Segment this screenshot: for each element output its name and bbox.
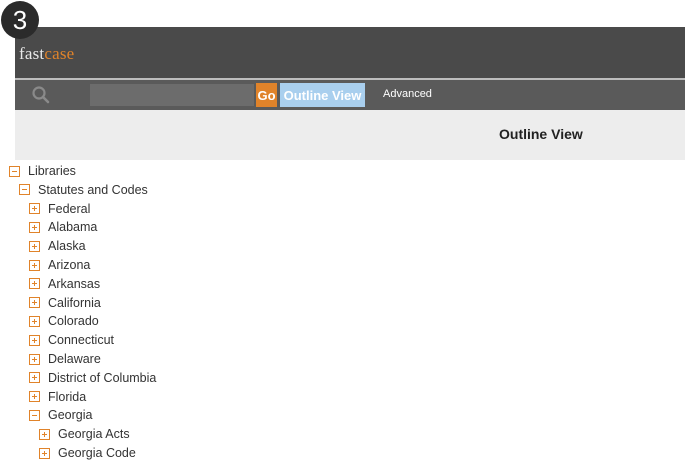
- expand-icon[interactable]: [29, 221, 40, 233]
- search-toolbar: Go Outline View Advanced: [15, 80, 685, 110]
- expand-icon[interactable]: [29, 203, 40, 215]
- go-button[interactable]: Go: [256, 83, 277, 107]
- tree-item-label: California: [48, 295, 101, 310]
- outline-view-button[interactable]: Outline View: [280, 83, 365, 107]
- logo-text-fast: fast: [19, 44, 45, 63]
- tree-item-label: Arkansas: [48, 276, 101, 291]
- collapse-icon[interactable]: [9, 165, 20, 177]
- tree-item-label: Alaska: [48, 239, 86, 254]
- app-header: fastcase: [15, 27, 685, 78]
- advanced-search-link[interactable]: Advanced: [383, 88, 432, 100]
- expand-icon[interactable]: [39, 428, 50, 440]
- fastcase-logo[interactable]: fastcase: [19, 44, 74, 64]
- expand-icon[interactable]: [29, 391, 40, 403]
- tree-item[interactable]: Alaska: [29, 237, 86, 255]
- tree-item-label: Georgia Acts: [58, 427, 130, 442]
- tree-item[interactable]: District of Columbia: [29, 369, 156, 387]
- tree-item[interactable]: Georgia Acts: [39, 425, 130, 443]
- tree-item[interactable]: California: [29, 294, 101, 312]
- expand-icon[interactable]: [29, 240, 40, 252]
- expand-icon[interactable]: [29, 278, 40, 290]
- expand-icon[interactable]: [29, 334, 40, 346]
- logo-text-case: case: [44, 44, 75, 63]
- tree-item-label: Alabama: [48, 220, 98, 235]
- expand-icon[interactable]: [29, 259, 40, 271]
- expand-icon[interactable]: [29, 315, 40, 327]
- page-title-bar: Outline View: [15, 110, 685, 160]
- tree-item-label: Georgia: [48, 408, 93, 423]
- tree-item[interactable]: Florida: [29, 388, 86, 406]
- tree-item[interactable]: Arkansas: [29, 275, 100, 293]
- tree-item-label: Arizona: [48, 258, 91, 272]
- tree-item-label: Delaware: [48, 352, 101, 366]
- expand-icon[interactable]: [29, 372, 40, 384]
- tree-item[interactable]: Statutes and Codes: [19, 181, 148, 199]
- tree-item[interactable]: Colorado: [29, 312, 99, 330]
- expand-icon[interactable]: [29, 297, 40, 309]
- tree-item[interactable]: Federal: [29, 200, 90, 218]
- search-input[interactable]: [90, 84, 254, 106]
- tree-item[interactable]: Connecticut: [29, 331, 114, 349]
- collapse-icon[interactable]: [19, 184, 30, 196]
- tree-item-label: Georgia Code: [58, 446, 136, 460]
- tree-item[interactable]: Georgia Code: [39, 444, 136, 462]
- tree-item-label: Florida: [48, 389, 87, 404]
- page-title: Outline View: [499, 126, 583, 142]
- tree-item[interactable]: Libraries: [9, 162, 76, 180]
- tree-item[interactable]: Alabama: [29, 218, 97, 236]
- tree-item-label: Statutes and Codes: [38, 182, 148, 197]
- tree-item-label: Libraries: [28, 164, 76, 178]
- step-number-badge: 3: [1, 1, 39, 39]
- tree-item-label: Connecticut: [48, 333, 115, 348]
- collapse-icon[interactable]: [29, 409, 40, 421]
- expand-icon[interactable]: [29, 353, 40, 365]
- tree-item[interactable]: Delaware: [29, 350, 101, 368]
- tree-item-label: Federal: [48, 201, 91, 216]
- tree-item[interactable]: Georgia: [29, 406, 92, 424]
- tree-item[interactable]: Arizona: [29, 256, 90, 274]
- search-icon[interactable]: [31, 85, 51, 105]
- tree-item-label: Colorado: [48, 314, 99, 329]
- expand-icon[interactable]: [39, 447, 50, 459]
- tree-item-label: District of Columbia: [48, 370, 157, 385]
